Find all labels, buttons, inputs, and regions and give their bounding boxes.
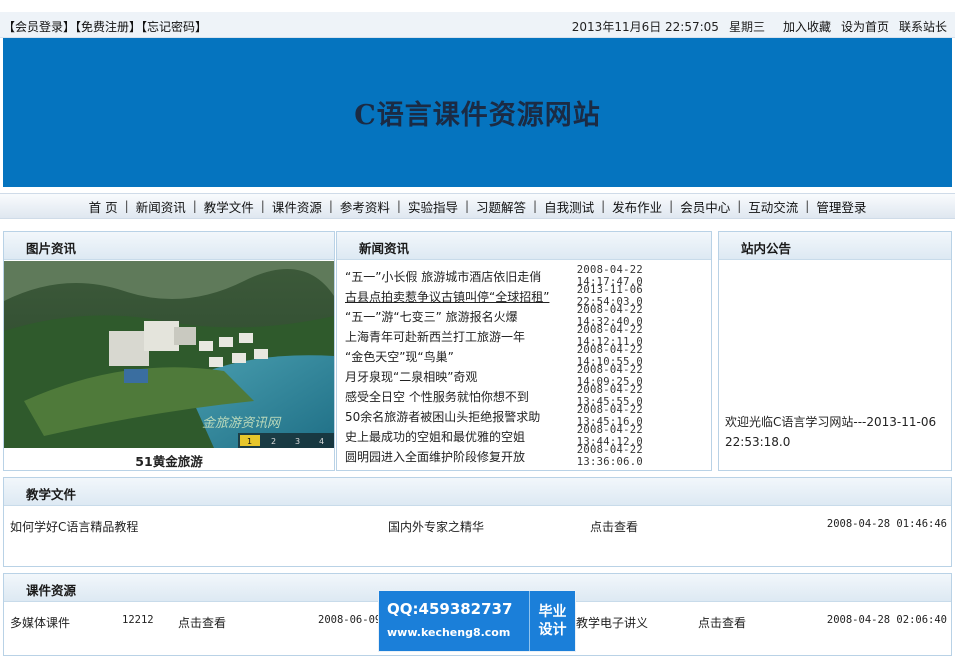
slide-number-4[interactable]: 4 (319, 437, 324, 446)
set-home-link[interactable]: 设为首页 (841, 18, 889, 35)
notice-panel-title: 站内公告 (719, 232, 951, 260)
nav-news[interactable]: 新闻资讯 (129, 197, 193, 216)
courseware-date: 2008-06-09 (318, 614, 382, 626)
news-title-link[interactable]: 古县点拍卖惹争议古镇叫停“全球招租” (345, 288, 577, 305)
teaching-files-title: 教学文件 (4, 478, 951, 506)
news-photo[interactable]: 金旅游资讯网 1 2 3 4 (4, 261, 334, 448)
photo-caption[interactable]: 51黄金旅游 (4, 448, 334, 470)
member-login-link[interactable]: 【会员登录】 (3, 20, 75, 34)
news-title-link[interactable]: 月牙泉现“二泉相映”奇观 (345, 368, 577, 385)
news-panel: 新闻资讯 “五一”小长假 旅游城市酒店依旧走俏 2008-04-22 14:17:… (336, 231, 712, 471)
courseware-date: 2008-04-28 02:06:40 (826, 614, 947, 626)
watermark-tag-line1: 毕业 (538, 604, 567, 620)
nav-references[interactable]: 参考资料 (333, 197, 397, 216)
top-bar: 【会员登录】【免费注册】【忘记密码】 2013年11月6日 22:57:05 星… (0, 12, 955, 38)
nav-self-test[interactable]: 自我测试 (537, 197, 601, 216)
courseware-name-link[interactable]: 多媒体课件 (10, 614, 70, 631)
nav-interaction[interactable]: 互动交流 (741, 197, 805, 216)
picture-news-panel: 图片资讯 金旅游资讯网 1 2 3 4 51黄金旅游 (3, 231, 335, 471)
file-date: 2008-04-28 01:46:46 (826, 518, 947, 530)
resort-aerial-image: 金旅游资讯网 1 2 3 4 (4, 261, 334, 448)
forgot-password-link[interactable]: 【忘记密码】 (141, 20, 207, 34)
news-title-link[interactable]: 感受全日空 个性服务就怕你想不到 (345, 388, 577, 405)
watermark-tag-line2: 设计 (538, 622, 567, 638)
main-nav: 首 页 | 新闻资讯 | 教学文件 | 课件资源 | 参考资料 | 实验指导 | 习题解答 |… (0, 193, 955, 219)
notice-panel: 站内公告 欢迎光临C语言学习网站---2013-11-06 22:53:18.0 (718, 231, 952, 471)
picture-news-title: 图片资讯 (4, 232, 334, 260)
current-weekday: 星期三 (728, 20, 765, 34)
current-datetime: 2013年11月6日 22:57:05 (571, 20, 719, 34)
nav-home[interactable]: 首 页 (82, 197, 125, 216)
contact-link[interactable]: 联系站长 (899, 18, 947, 35)
news-title-link[interactable]: “五一”游“七变三” 旅游报名火爆 (345, 308, 577, 325)
contact-watermark: QQ:459382737 www.kecheng8.com 毕业 设计 (378, 590, 576, 652)
site-title: C语言课件资源网站 (354, 100, 601, 131)
view-courseware-link[interactable]: 点击查看 (698, 614, 746, 631)
view-file-link[interactable]: 点击查看 (590, 518, 638, 535)
topbar-right: 2013年11月6日 22:57:05 星期三 加入收藏 设为首页 联系站长 (572, 18, 947, 35)
news-date: 2008-04-22 13:36:06.0 (576, 444, 643, 468)
courseware-name-link[interactable]: 教学电子讲义 (576, 614, 648, 631)
list-item: “五一”游“七变三” 旅游报名火爆 2008-04-22 14:32:40.0 (345, 304, 711, 328)
watermark-qq: QQ:459382737 (387, 600, 513, 618)
list-item: 感受全日空 个性服务就怕你想不到 2008-04-22 13:45:55.0 (345, 384, 711, 408)
watermark-tag: 毕业 设计 (529, 591, 575, 651)
news-list: “五一”小长假 旅游城市酒店依旧走俏 2008-04-22 14:17:47.0 … (337, 260, 711, 468)
nav-publish-homework[interactable]: 发布作业 (605, 197, 669, 216)
list-item: “五一”小长假 旅游城市酒店依旧走俏 2008-04-22 14:17:47.0 (345, 264, 711, 288)
news-title-link[interactable]: “五一”小长假 旅游城市酒店依旧走俏 (345, 268, 577, 285)
bookmark-link[interactable]: 加入收藏 (783, 18, 831, 35)
news-title-link[interactable]: 史上最成功的空姐和最优雅的空姐 (345, 428, 577, 445)
nav-admin-login[interactable]: 管理登录 (809, 197, 873, 216)
notice-text[interactable]: 欢迎光临C语言学习网站---2013-11-06 22:53:18.0 (725, 412, 953, 452)
site-banner: C语言课件资源网站 (3, 38, 952, 187)
slide-number-1[interactable]: 1 (247, 437, 252, 446)
file-author: 国内外专家之精华 (388, 520, 485, 534)
news-panel-title: 新闻资讯 (337, 232, 711, 260)
list-item: “金色天空”现“鸟巢” 2008-04-22 14:10:55.0 (345, 344, 711, 368)
nav-member-center[interactable]: 会员中心 (673, 197, 737, 216)
news-title-link[interactable]: 圆明园进入全面维护阶段修复开放 (345, 448, 577, 465)
nav-teaching-files[interactable]: 教学文件 (197, 197, 261, 216)
slide-number-3[interactable]: 3 (295, 437, 300, 446)
list-item: 史上最成功的空姐和最优雅的空姐 2008-04-22 13:44:12.0 (345, 424, 711, 448)
teaching-files-panel: 教学文件 如何学好C语言精品教程 国内外专家之精华 点击查看 2008-04-2… (3, 477, 952, 567)
news-title-link[interactable]: “金色天空”现“鸟巢” (345, 348, 577, 365)
table-row: 如何学好C语言精品教程 国内外专家之精华 点击查看 2008-04-28 01:… (10, 514, 947, 534)
watermark-info: QQ:459382737 www.kecheng8.com (379, 591, 529, 651)
list-item: 上海青年可赴新西兰打工旅游一年 2008-04-22 14:12:11.0 (345, 324, 711, 348)
nav-courseware[interactable]: 课件资源 (265, 197, 329, 216)
news-title-link[interactable]: 上海青年可赴新西兰打工旅游一年 (345, 328, 577, 345)
account-links: 【会员登录】【免费注册】【忘记密码】 (3, 18, 207, 35)
watermark-url: www.kecheng8.com (387, 626, 511, 639)
file-name-link[interactable]: 如何学好C语言精品教程 (10, 518, 138, 535)
list-item: 50余名旅游者被困山头拒绝报警求助 2008-04-22 13:45:16.0 (345, 404, 711, 428)
list-item: 古县点拍卖惹争议古镇叫停“全球招租” 2013-11-06 22:54:03.0 (345, 284, 711, 308)
nav-exercise-answers[interactable]: 习题解答 (469, 197, 533, 216)
image-watermark-text: 金旅游资讯网 (202, 415, 282, 431)
view-courseware-link[interactable]: 点击查看 (178, 614, 226, 631)
list-item: 圆明园进入全面维护阶段修复开放 2008-04-22 13:36:06.0 (345, 444, 711, 468)
courseware-size: 12212 (122, 614, 154, 626)
register-link[interactable]: 【免费注册】 (75, 20, 141, 34)
slide-number-2[interactable]: 2 (271, 437, 276, 446)
nav-lab-guide[interactable]: 实验指导 (401, 197, 465, 216)
news-title-link[interactable]: 50余名旅游者被困山头拒绝报警求助 (345, 408, 577, 425)
list-item: 月牙泉现“二泉相映”奇观 2008-04-22 14:09:25.0 (345, 364, 711, 388)
